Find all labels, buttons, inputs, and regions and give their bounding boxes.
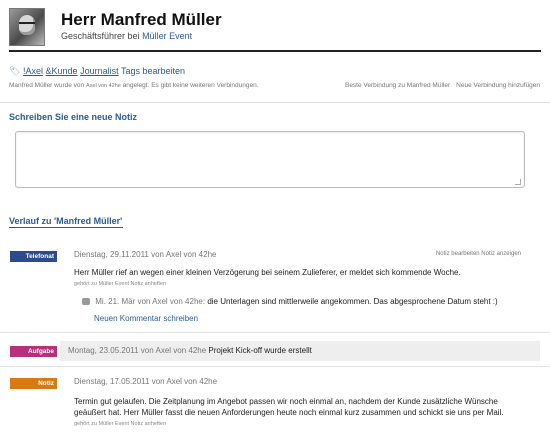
history-heading-underline — [9, 227, 123, 228]
entry-divider — [0, 366, 550, 367]
entry-actions[interactable]: Notiz bearbeiten Notiz anzeigen — [436, 251, 521, 257]
badge-notiz: Notiz — [10, 378, 57, 389]
comment-meta: Mi. 21. Mär von Axel von 42he: — [95, 297, 206, 306]
connection-author[interactable]: Axel von 42he — [86, 83, 121, 89]
contact-name: Herr Manfred Müller — [61, 10, 222, 29]
connection-suffix: angelegt. Es gibt keine weiteren Verbind… — [122, 82, 259, 89]
new-note-input[interactable] — [15, 131, 525, 188]
tag-item[interactable]: &Kunde — [46, 66, 78, 76]
tag-list: !Axel &Kunde Journalist Tags bearbeiten — [23, 66, 185, 76]
entry-meta: Dienstag, 29.11.2011 von Axel von 42he — [74, 250, 217, 259]
entry-text: Projekt Kick-off wurde erstellt — [208, 346, 312, 355]
resize-grip-icon[interactable] — [515, 179, 521, 185]
section-divider — [0, 102, 550, 103]
entry-text: Herr Müller rief an wegen einer kleinen … — [74, 268, 461, 277]
role-text: Geschäftsführer bei — [61, 31, 140, 41]
connection-info: Manfred Müller wurde von Axel von 42he a… — [9, 82, 259, 89]
tag-item[interactable]: !Axel — [23, 66, 43, 76]
new-comment-link[interactable]: Neuen Kommentar schreiben — [94, 314, 198, 323]
new-note-heading: Schreiben Sie eine neue Notiz — [9, 112, 138, 122]
comment: Mi. 21. Mär von Axel von 42he: die Unter… — [82, 295, 498, 308]
header-divider — [9, 50, 541, 52]
best-connection-link[interactable]: Beste Verbindung zu Manfred Müller — [345, 82, 450, 89]
entry-meta: Montag, 23.05.2011 von Axel von 42he — [68, 346, 207, 355]
tag-icon: 🏷 — [9, 65, 21, 76]
entry-text-line: geäußert hat. Herr Müller fasst die neue… — [74, 408, 504, 417]
tag-item[interactable]: Journalist — [80, 66, 119, 76]
entry-summary: Montag, 23.05.2011 von Axel von 42he Pro… — [68, 346, 312, 355]
entry-meta: Dienstag, 17.05.2011 von Axel von 42he — [74, 377, 218, 386]
connection-prefix: Manfred Müller wurde von — [9, 82, 85, 89]
comment-icon — [82, 298, 90, 305]
company-link[interactable]: Müller Event — [142, 31, 192, 41]
edit-tags-link[interactable]: Tags bearbeiten — [121, 66, 185, 76]
badge-telefonat: Telefonat — [10, 251, 57, 262]
add-connection-link[interactable]: Neue Verbindung hinzufügen — [456, 82, 540, 89]
entry-attachment[interactable]: gehört zu Müller Event Notiz anheften — [74, 421, 166, 427]
avatar — [9, 8, 45, 46]
connection-actions: Beste Verbindung zu Manfred Müller Neue … — [345, 82, 540, 89]
contact-role: Geschäftsführer bei Müller Event — [61, 31, 192, 41]
avatar-glasses — [19, 22, 35, 28]
entry-divider — [0, 332, 550, 333]
history-heading: Verlauf zu 'Manfred Müller' — [9, 216, 123, 226]
comment-text: die Unterlagen sind mittlerweile angekom… — [207, 297, 498, 306]
badge-aufgabe: Aufgabe — [10, 346, 57, 357]
entry-attachment[interactable]: gehört zu Müller Event Notiz anheften — [74, 281, 166, 287]
tag-bar: 🏷 !Axel &Kunde Journalist Tags bearbeite… — [9, 66, 185, 76]
